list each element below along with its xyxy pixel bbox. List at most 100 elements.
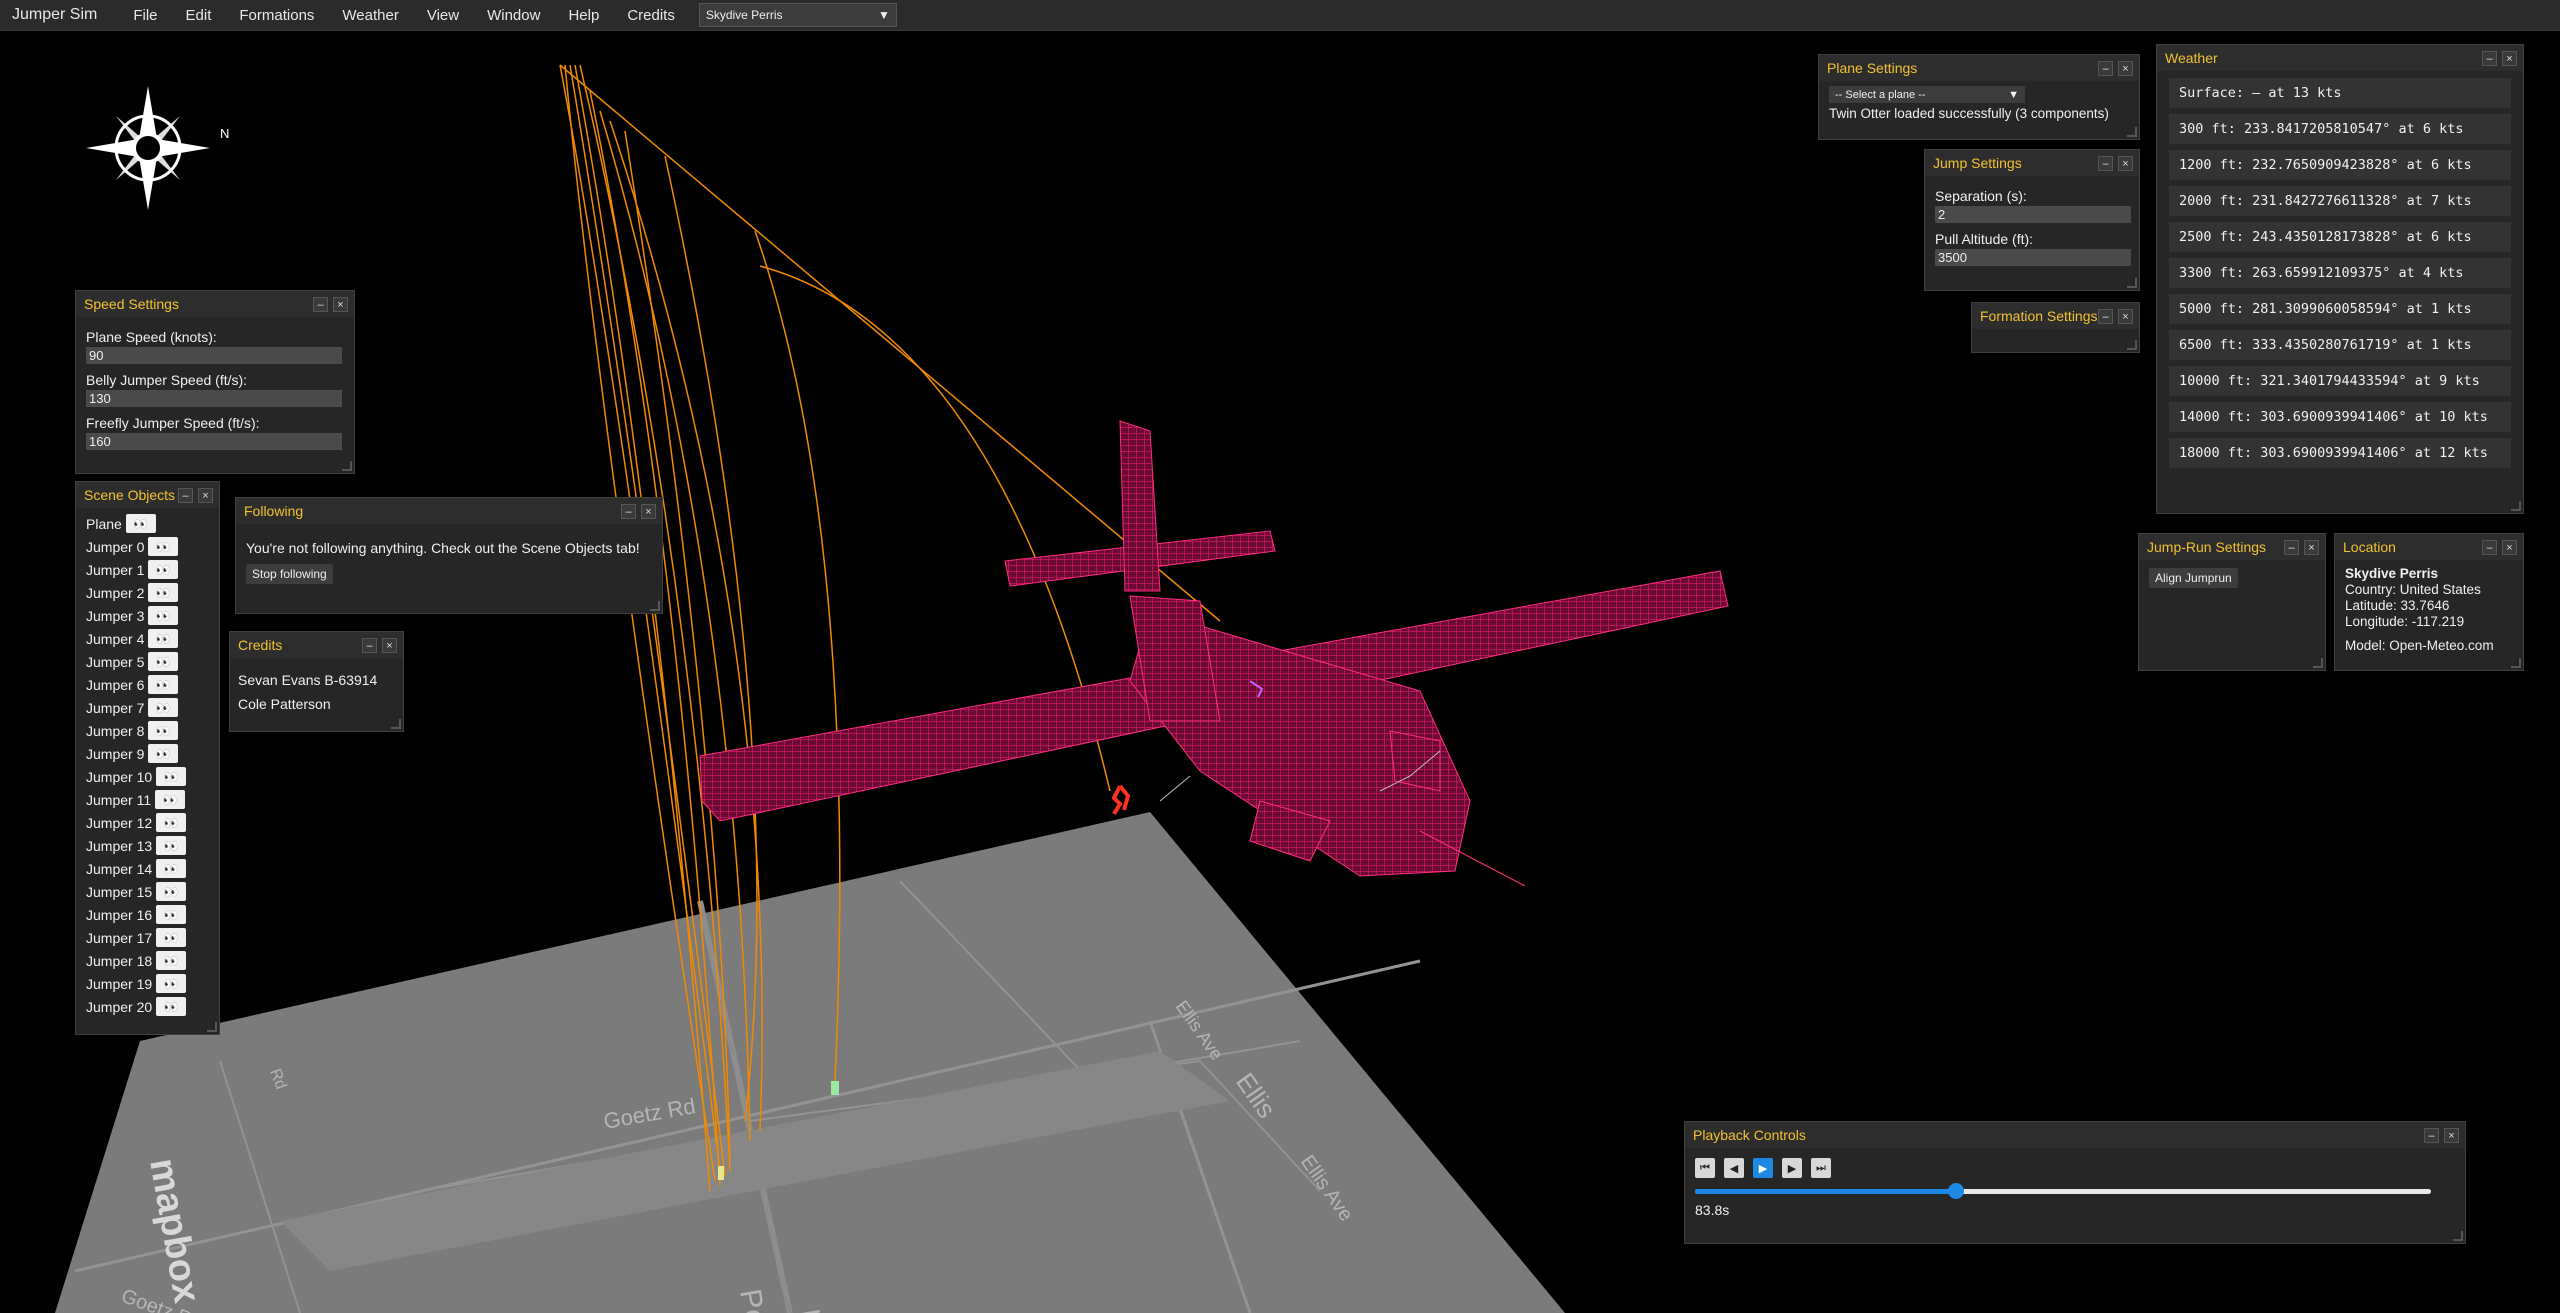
close-icon[interactable]: × — [198, 487, 213, 503]
scene-object-row: Jumper 7 👀 — [86, 696, 209, 719]
menu-credits[interactable]: Credits — [613, 7, 689, 24]
follow-eye-icon[interactable]: 👀 — [156, 905, 187, 924]
follow-eye-icon[interactable]: 👀 — [156, 882, 187, 901]
minimize-icon[interactable]: – — [2424, 1127, 2439, 1143]
panel-title: Weather — [2165, 50, 2218, 66]
follow-eye-icon[interactable]: 👀 — [148, 537, 179, 556]
follow-eye-icon[interactable]: 👀 — [156, 813, 187, 832]
minimize-icon[interactable]: – — [621, 503, 636, 519]
close-icon[interactable]: × — [2118, 60, 2133, 76]
panel-header[interactable]: Weather – × — [2157, 45, 2523, 71]
resize-handle[interactable] — [2127, 127, 2137, 137]
panel-header[interactable]: Speed Settings – × — [76, 291, 354, 317]
resize-handle[interactable] — [2511, 501, 2521, 511]
close-icon[interactable]: × — [2118, 155, 2133, 171]
minimize-icon[interactable]: – — [313, 296, 328, 312]
weather-list: Surface: — at 13 kts 300 ft: 233.84172058… — [2157, 71, 2523, 481]
freefly-speed-input[interactable]: 160 — [86, 433, 342, 450]
follow-eye-icon[interactable]: 👀 — [125, 514, 156, 533]
separation-input[interactable]: 2 — [1935, 206, 2131, 223]
menu-weather[interactable]: Weather — [328, 7, 412, 24]
close-icon[interactable]: × — [382, 637, 397, 653]
slider-thumb[interactable] — [1948, 1183, 1965, 1199]
follow-eye-icon[interactable]: 👀 — [148, 606, 179, 625]
close-icon[interactable]: × — [2444, 1127, 2459, 1143]
close-icon[interactable]: × — [2304, 539, 2319, 555]
menu-help[interactable]: Help — [554, 7, 613, 24]
close-icon[interactable]: × — [641, 503, 656, 519]
menu-window[interactable]: Window — [473, 7, 554, 24]
resize-handle[interactable] — [391, 719, 401, 729]
minimize-icon[interactable]: – — [178, 487, 193, 503]
panel-header[interactable]: Location – × — [2335, 534, 2523, 560]
belly-speed-input[interactable]: 130 — [86, 390, 342, 407]
resize-handle[interactable] — [2453, 1231, 2463, 1241]
resize-handle[interactable] — [342, 461, 352, 471]
follow-eye-icon[interactable]: 👀 — [155, 790, 186, 809]
follow-eye-icon[interactable]: 👀 — [156, 951, 187, 970]
pull-altitude-label: Pull Altitude (ft): — [1935, 231, 2034, 247]
minimize-icon[interactable]: – — [362, 637, 377, 653]
resize-handle[interactable] — [2127, 278, 2137, 288]
play-icon[interactable]: ▶ — [1753, 1158, 1773, 1178]
resize-handle[interactable] — [650, 601, 660, 611]
resize-handle[interactable] — [2313, 658, 2323, 668]
plane-select-value: -- Select a plane -- — [1835, 88, 1926, 101]
menu-file[interactable]: File — [119, 7, 171, 24]
menu-formations[interactable]: Formations — [225, 7, 328, 24]
follow-eye-icon[interactable]: 👀 — [148, 560, 179, 579]
follow-eye-icon[interactable]: 👀 — [156, 928, 187, 947]
follow-eye-icon[interactable]: 👀 — [148, 652, 179, 671]
follow-eye-icon[interactable]: 👀 — [148, 675, 179, 694]
scenario-select[interactable]: Skydive Perris ▼ — [698, 3, 897, 27]
plane-speed-input[interactable]: 90 — [86, 347, 342, 364]
close-icon[interactable]: × — [2502, 539, 2517, 555]
minimize-icon[interactable]: – — [2098, 155, 2113, 171]
panel-header[interactable]: Jump-Run Settings – × — [2139, 534, 2325, 560]
minimize-icon[interactable]: – — [2098, 308, 2113, 324]
panel-header[interactable]: Credits – × — [230, 632, 403, 658]
plane-wireframe — [699, 420, 1729, 887]
stop-following-button[interactable]: Stop following — [246, 564, 333, 584]
resize-handle[interactable] — [207, 1022, 217, 1032]
follow-eye-icon[interactable]: 👀 — [156, 836, 187, 855]
scene-object-row: Jumper 1 👀 — [86, 558, 209, 581]
panel-header[interactable]: Following – × — [236, 498, 662, 524]
minimize-icon[interactable]: – — [2482, 50, 2497, 66]
skip-end-icon[interactable]: ⏭ — [1811, 1158, 1831, 1178]
step-back-icon[interactable]: ◀ — [1724, 1158, 1744, 1178]
follow-eye-icon[interactable]: 👀 — [148, 629, 179, 648]
follow-eye-icon[interactable]: 👀 — [156, 859, 187, 878]
align-jumprun-button[interactable]: Align Jumprun — [2149, 568, 2238, 588]
close-icon[interactable]: × — [2118, 308, 2133, 324]
menu-view[interactable]: View — [413, 7, 473, 24]
plane-select[interactable]: -- Select a plane -- ▼ — [1829, 86, 2025, 103]
follow-eye-icon[interactable]: 👀 — [148, 721, 179, 740]
minimize-icon[interactable]: – — [2482, 539, 2497, 555]
follow-eye-icon[interactable]: 👀 — [156, 997, 187, 1016]
menu-edit[interactable]: Edit — [172, 7, 226, 24]
follow-eye-icon[interactable]: 👀 — [148, 583, 179, 602]
playback-controls-panel: Playback Controls – × ⏮ ◀ ▶ ▶ ⏭ 83.8s — [1684, 1121, 2466, 1244]
panel-header[interactable]: Formation Settings – × — [1972, 303, 2139, 329]
panel-header[interactable]: Playback Controls – × — [1685, 1122, 2465, 1148]
minimize-icon[interactable]: – — [2098, 60, 2113, 76]
step-forward-icon[interactable]: ▶ — [1782, 1158, 1802, 1178]
playback-slider[interactable] — [1695, 1182, 2431, 1200]
panel-title: Following — [244, 503, 304, 519]
skip-start-icon[interactable]: ⏮ — [1695, 1158, 1715, 1178]
close-icon[interactable]: × — [2502, 50, 2517, 66]
resize-handle[interactable] — [2127, 340, 2137, 350]
scene-object-row: Jumper 14 👀 — [86, 857, 209, 880]
panel-header[interactable]: Plane Settings – × — [1819, 55, 2139, 81]
panel-header[interactable]: Scene Objects – × — [76, 482, 219, 508]
panel-header[interactable]: Jump Settings – × — [1925, 150, 2139, 176]
close-icon[interactable]: × — [333, 296, 348, 312]
follow-eye-icon[interactable]: 👀 — [148, 698, 179, 717]
follow-eye-icon[interactable]: 👀 — [156, 767, 187, 786]
minimize-icon[interactable]: – — [2284, 539, 2299, 555]
follow-eye-icon[interactable]: 👀 — [148, 744, 179, 763]
resize-handle[interactable] — [2511, 658, 2521, 668]
follow-eye-icon[interactable]: 👀 — [156, 974, 187, 993]
pull-altitude-input[interactable]: 3500 — [1935, 249, 2131, 266]
